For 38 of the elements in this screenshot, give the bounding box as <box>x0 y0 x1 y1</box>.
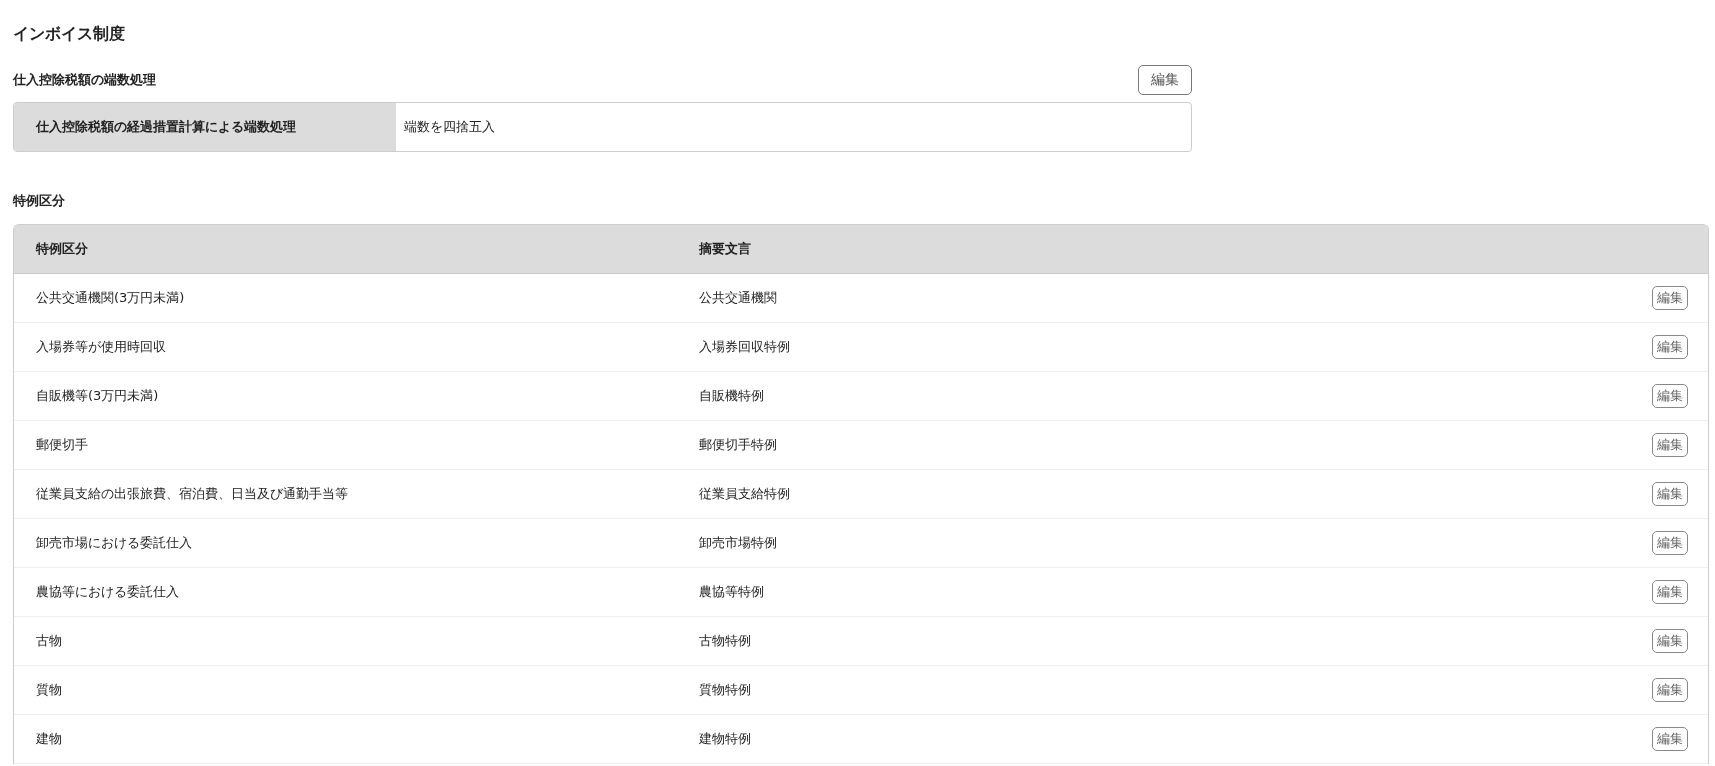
setting-value: 端数を四捨五入 <box>403 118 495 136</box>
table-cell-text: 公共交通機関 <box>698 289 778 307</box>
table-cell-text: 古物 <box>35 632 63 650</box>
table-cell-text: 郵便切手特例 <box>698 436 778 454</box>
table-cell-text: 郵便切手 <box>35 436 89 454</box>
edit-button[interactable]: 編集 <box>1652 482 1688 506</box>
page-title: インボイス制度 <box>13 24 125 45</box>
edit-button[interactable]: 編集 <box>1652 384 1688 408</box>
table-cell-text: 農協等における委託仕入 <box>35 583 180 601</box>
table-cell-text: 従業員支給の出張旅費、宿泊費、日当及び通勤手当等 <box>35 485 349 503</box>
table-cell-text: 入場券等が使用時回収 <box>35 338 167 356</box>
table-cell-text: 入場券回収特例 <box>698 338 791 356</box>
table-cell-text: 建物 <box>35 730 63 748</box>
edit-button[interactable]: 編集 <box>1652 335 1688 359</box>
section-heading: 特例区分 <box>13 192 65 210</box>
edit-button[interactable]: 編集 <box>1652 580 1688 604</box>
edit-button[interactable]: 編集 <box>1652 727 1688 751</box>
edit-button[interactable]: 編集 <box>1652 678 1688 702</box>
edit-button[interactable]: 編集 <box>1138 65 1192 95</box>
table-cell-text: 卸売市場における委託仕入 <box>35 534 193 552</box>
column-header: 特例区分 <box>35 240 89 258</box>
table-cell-text: 古物特例 <box>698 632 752 650</box>
table-cell-text: 農協等特例 <box>698 583 765 601</box>
edit-button[interactable]: 編集 <box>1652 433 1688 457</box>
column-header: 摘要文言 <box>698 240 752 258</box>
table-cell-text: 卸売市場特例 <box>698 534 778 552</box>
table-cell-text: 公共交通機関(3万円未満) <box>35 289 186 307</box>
setting-label: 仕入控除税額の経過措置計算による端数処理 <box>14 103 396 151</box>
table-cell-text: 質物 <box>35 681 63 699</box>
table-cell-text: 質物特例 <box>698 681 752 699</box>
section-heading: 仕入控除税額の端数処理 <box>13 71 156 89</box>
table-cell-text: 自販機等(3万円未満) <box>35 387 160 405</box>
edit-button[interactable]: 編集 <box>1652 629 1688 653</box>
edit-button[interactable]: 編集 <box>1652 286 1688 310</box>
table-cell-text: 従業員支給特例 <box>698 485 791 503</box>
table-cell-text: 自販機特例 <box>698 387 765 405</box>
edit-button[interactable]: 編集 <box>1652 531 1688 555</box>
table-cell-text: 建物特例 <box>698 730 752 748</box>
